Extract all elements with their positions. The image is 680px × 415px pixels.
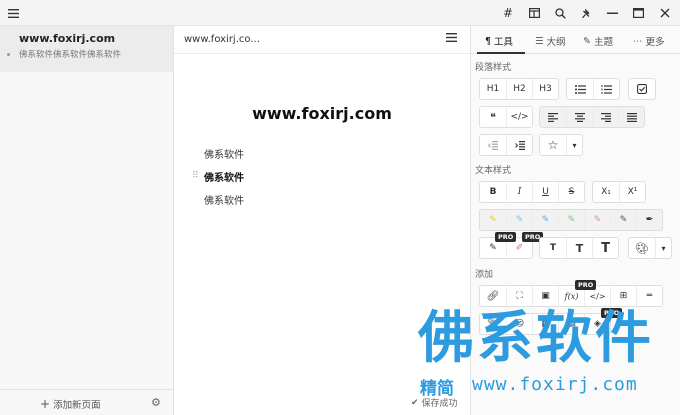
theme-icon: ✎	[583, 35, 591, 47]
indent-icon[interactable]	[506, 135, 532, 155]
tab-theme-label: 主题	[593, 37, 613, 48]
subscript-button[interactable]: X₁	[593, 182, 619, 202]
text-size-group: T T T	[539, 237, 619, 259]
watermark-url: www.foxirj.com	[472, 374, 638, 395]
document-title: www.foxirj.co...	[184, 34, 260, 45]
ellipsis-icon: ⋯	[633, 35, 643, 47]
layout-icon[interactable]	[524, 3, 544, 23]
plus-icon: +	[40, 397, 51, 411]
strikethrough-button[interactable]: S	[558, 182, 584, 202]
editor-header: www.foxirj.co...	[174, 26, 470, 54]
page-list-item[interactable]: www.foxirj.com 佛系软件佛系软件佛系软件	[0, 26, 173, 72]
bullet-list-icon[interactable]	[567, 79, 593, 99]
drag-handle-icon[interactable]: ⠿	[192, 171, 199, 181]
tab-tools-label: 工具	[494, 37, 514, 48]
document-paragraph[interactable]: 佛系软件	[204, 192, 244, 207]
document-heading[interactable]: www.foxirj.com	[174, 104, 470, 123]
title-bar: #	[0, 0, 680, 26]
tab-tools[interactable]: ¶ 工具	[485, 34, 514, 49]
numbered-list-icon[interactable]	[593, 79, 619, 99]
bold-button[interactable]: B	[480, 182, 506, 202]
checkbox-list-icon[interactable]	[629, 79, 655, 99]
align-right-icon[interactable]	[592, 107, 618, 127]
pro-badge: PRO	[575, 280, 597, 290]
sidebar-footer: + 添加新页面 ⚙	[0, 389, 173, 415]
quote-icon[interactable]: ❝	[480, 107, 506, 127]
check-icon: ✔	[411, 397, 419, 408]
highlighter-blue-icon[interactable]: ✎	[532, 210, 558, 230]
tab-more-label: 更多	[645, 37, 665, 48]
hash-icon[interactable]: #	[498, 3, 518, 23]
list-group	[566, 78, 620, 100]
underline-button[interactable]: U	[532, 182, 558, 202]
search-icon[interactable]	[550, 3, 570, 23]
highlight-group: ✎ ✎ ✎ ✎ ✎ ✎ ✒	[479, 209, 663, 231]
highlighter-gray-icon[interactable]: ✎	[610, 210, 636, 230]
document-paragraph[interactable]: 佛系软件	[204, 146, 244, 161]
section-add-label: 添加	[475, 270, 494, 280]
indent-group	[479, 134, 533, 156]
document-paragraph-active[interactable]: 佛系软件	[204, 169, 244, 184]
script-group: X₁ X¹	[592, 181, 646, 203]
text-format-group: B I U S	[479, 181, 585, 203]
color-group: 🎨︎ ▾	[628, 237, 672, 259]
pin-icon[interactable]	[577, 3, 597, 23]
heading-2-button[interactable]: H2	[506, 79, 532, 99]
italic-button[interactable]: I	[506, 182, 532, 202]
align-center-icon[interactable]	[566, 107, 592, 127]
star-group: ☆ ▾	[539, 134, 583, 156]
tab-more[interactable]: ⋯ 更多	[633, 34, 665, 49]
align-left-icon[interactable]	[540, 107, 566, 127]
panel-tabs: ¶ 工具 ☰ 大纲 ✎ 主题 ⋯ 更多	[471, 26, 680, 54]
close-icon[interactable]	[655, 3, 675, 23]
bullet-icon	[7, 53, 10, 56]
star-icon[interactable]: ☆	[540, 135, 566, 155]
highlighter-black-icon[interactable]: ✒	[636, 210, 662, 230]
code-block-icon[interactable]: </>	[506, 107, 532, 127]
pilcrow-icon: ¶	[485, 35, 492, 47]
pro-badge: PRO	[495, 232, 517, 242]
hamburger-icon[interactable]	[3, 3, 23, 23]
outline-icon: ☰	[535, 35, 544, 47]
outdent-icon[interactable]	[480, 135, 506, 155]
section-text-label: 文本样式	[475, 166, 512, 176]
page-item-title: www.foxirj.com	[19, 32, 116, 45]
heading-group: H1 H2 H3	[479, 78, 559, 100]
text-medium-button[interactable]: T	[566, 238, 592, 258]
active-tab-indicator	[477, 52, 525, 54]
highlighter-yellow-icon[interactable]: ✎	[480, 210, 506, 230]
minimize-icon[interactable]	[602, 3, 622, 23]
section-paragraph-label: 段落样式	[475, 63, 512, 73]
chevron-down-icon[interactable]: ▾	[566, 135, 582, 155]
superscript-button[interactable]: X¹	[619, 182, 645, 202]
block-group: ❝ </>	[479, 106, 533, 128]
gear-icon[interactable]: ⚙	[151, 396, 161, 409]
text-large-button[interactable]: T	[592, 238, 618, 258]
page-item-excerpt: 佛系软件佛系软件佛系软件	[19, 50, 122, 60]
chevron-down-icon[interactable]: ▾	[655, 238, 671, 258]
maximize-icon[interactable]	[628, 3, 648, 23]
highlighter-pink-icon[interactable]: ✎	[584, 210, 610, 230]
highlighter-cyan-icon[interactable]: ✎	[506, 210, 532, 230]
tab-outline-label: 大纲	[546, 37, 566, 48]
add-page-button[interactable]: + 添加新页面	[40, 397, 101, 411]
heading-1-button[interactable]: H1	[480, 79, 506, 99]
text-small-button[interactable]: T	[540, 238, 566, 258]
watermark-brand: 佛系软件	[418, 306, 654, 371]
heading-3-button[interactable]: H3	[532, 79, 558, 99]
tab-outline[interactable]: ☰ 大纲	[535, 34, 566, 49]
align-justify-icon[interactable]	[618, 107, 644, 127]
watermark-caption: 精简	[420, 379, 454, 399]
page-sidebar: www.foxirj.com 佛系软件佛系软件佛系软件 + 添加新页面 ⚙	[0, 26, 174, 415]
task-group	[628, 78, 656, 100]
document-menu-icon[interactable]	[446, 31, 457, 45]
add-page-label: 添加新页面	[53, 400, 101, 411]
palette-icon[interactable]: 🎨︎	[629, 238, 655, 258]
align-group	[539, 106, 645, 128]
highlighter-green-icon[interactable]: ✎	[558, 210, 584, 230]
tab-theme[interactable]: ✎ 主题	[583, 34, 613, 49]
